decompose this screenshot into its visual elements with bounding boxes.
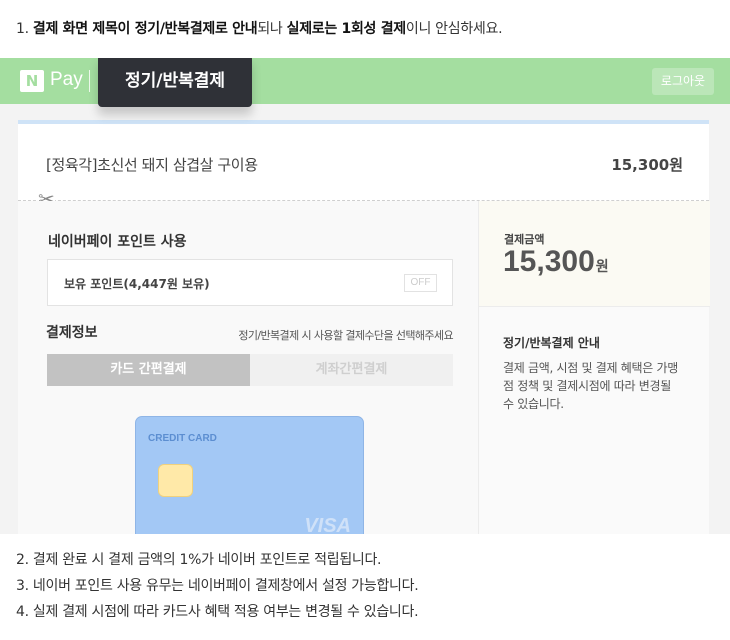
- payment-options-area: 네이버페이 포인트 사용 보유 포인트(4,447원 보유) OFF 결제정보 …: [18, 201, 478, 534]
- payment-hint: 정기/반복결제 시 사용할 결제수단을 선택해주세요: [238, 329, 453, 342]
- amount-value: 15,300원: [503, 245, 609, 279]
- card-chip-icon: [158, 464, 193, 497]
- payment-screenshot: N Pay 로그아웃 [정육각]초신선 돼지 삼겹살 구이용 15,300원 ✂…: [0, 58, 730, 534]
- note-2: 2. 결제 완료 시 결제 금액의 1%가 네이버 포인트로 적립됩니다.: [16, 552, 382, 568]
- note-4: 4. 실제 결제 시점에 따라 카드사 혜택 적용 여부는 변경될 수 있습니다…: [16, 604, 419, 620]
- note-1-text-end: 이니 안심하세요.: [405, 21, 503, 37]
- product-price: 15,300원: [611, 156, 683, 174]
- logout-button[interactable]: 로그아웃: [652, 68, 714, 95]
- note-1-text: 되나: [257, 21, 287, 37]
- note-1-bold-title: 결제 화면 제목이 정기/반복결제로 안내: [32, 21, 258, 37]
- guide-title: 정기/반복결제 안내: [503, 336, 600, 350]
- tab-card-payment[interactable]: 카드 간편결제: [47, 354, 250, 386]
- points-box: 보유 포인트(4,447원 보유) OFF: [47, 259, 453, 306]
- note-1-number: 1.: [16, 21, 33, 37]
- note-1: 1. 결제 화면 제목이 정기/반복결제로 안내되나 실제로는 1회성 결제이니…: [16, 18, 503, 38]
- logo-divider: [89, 70, 90, 92]
- amount-unit: 원: [595, 258, 609, 274]
- page-title-tab: 정기/반복결제: [98, 58, 252, 107]
- payment-panel: [정육각]초신선 돼지 삼겹살 구이용 15,300원 ✂ 네이버페이 포인트 …: [18, 120, 710, 534]
- credit-card-label: CREDIT CARD: [148, 433, 217, 444]
- points-title: 네이버페이 포인트 사용: [48, 234, 187, 250]
- npay-logo-text: Pay: [50, 69, 83, 90]
- guide-text: 결제 금액, 시점 및 결제 혜택은 가맹점 정책 및 결제시점에 따라 변경될…: [503, 361, 678, 411]
- points-toggle[interactable]: OFF: [404, 274, 437, 292]
- note-1-bold-onetime: 실제로는 1회성 결제: [286, 21, 407, 37]
- note-3: 3. 네이버 포인트 사용 유무는 네이버페이 결제창에서 설정 가능합니다.: [16, 578, 419, 594]
- amount-box: 결제금액 15,300원: [479, 201, 710, 307]
- credit-card[interactable]: CREDIT CARD VISA: [135, 416, 364, 534]
- summary-area: 결제금액 15,300원 정기/반복결제 안내 결제 금액, 시점 및 결제 혜…: [478, 201, 710, 534]
- visa-logo: VISA: [304, 515, 351, 534]
- tab-bank-payment[interactable]: 계좌간편결제: [250, 354, 453, 386]
- npay-logo-icon: N: [20, 70, 44, 92]
- amount-number: 15,300: [503, 245, 595, 278]
- product-name: [정육각]초신선 돼지 삼겹살 구이용: [46, 156, 258, 174]
- points-owned: 보유 포인트(4,447원 보유): [64, 277, 210, 291]
- payment-info-title: 결제정보: [46, 325, 98, 341]
